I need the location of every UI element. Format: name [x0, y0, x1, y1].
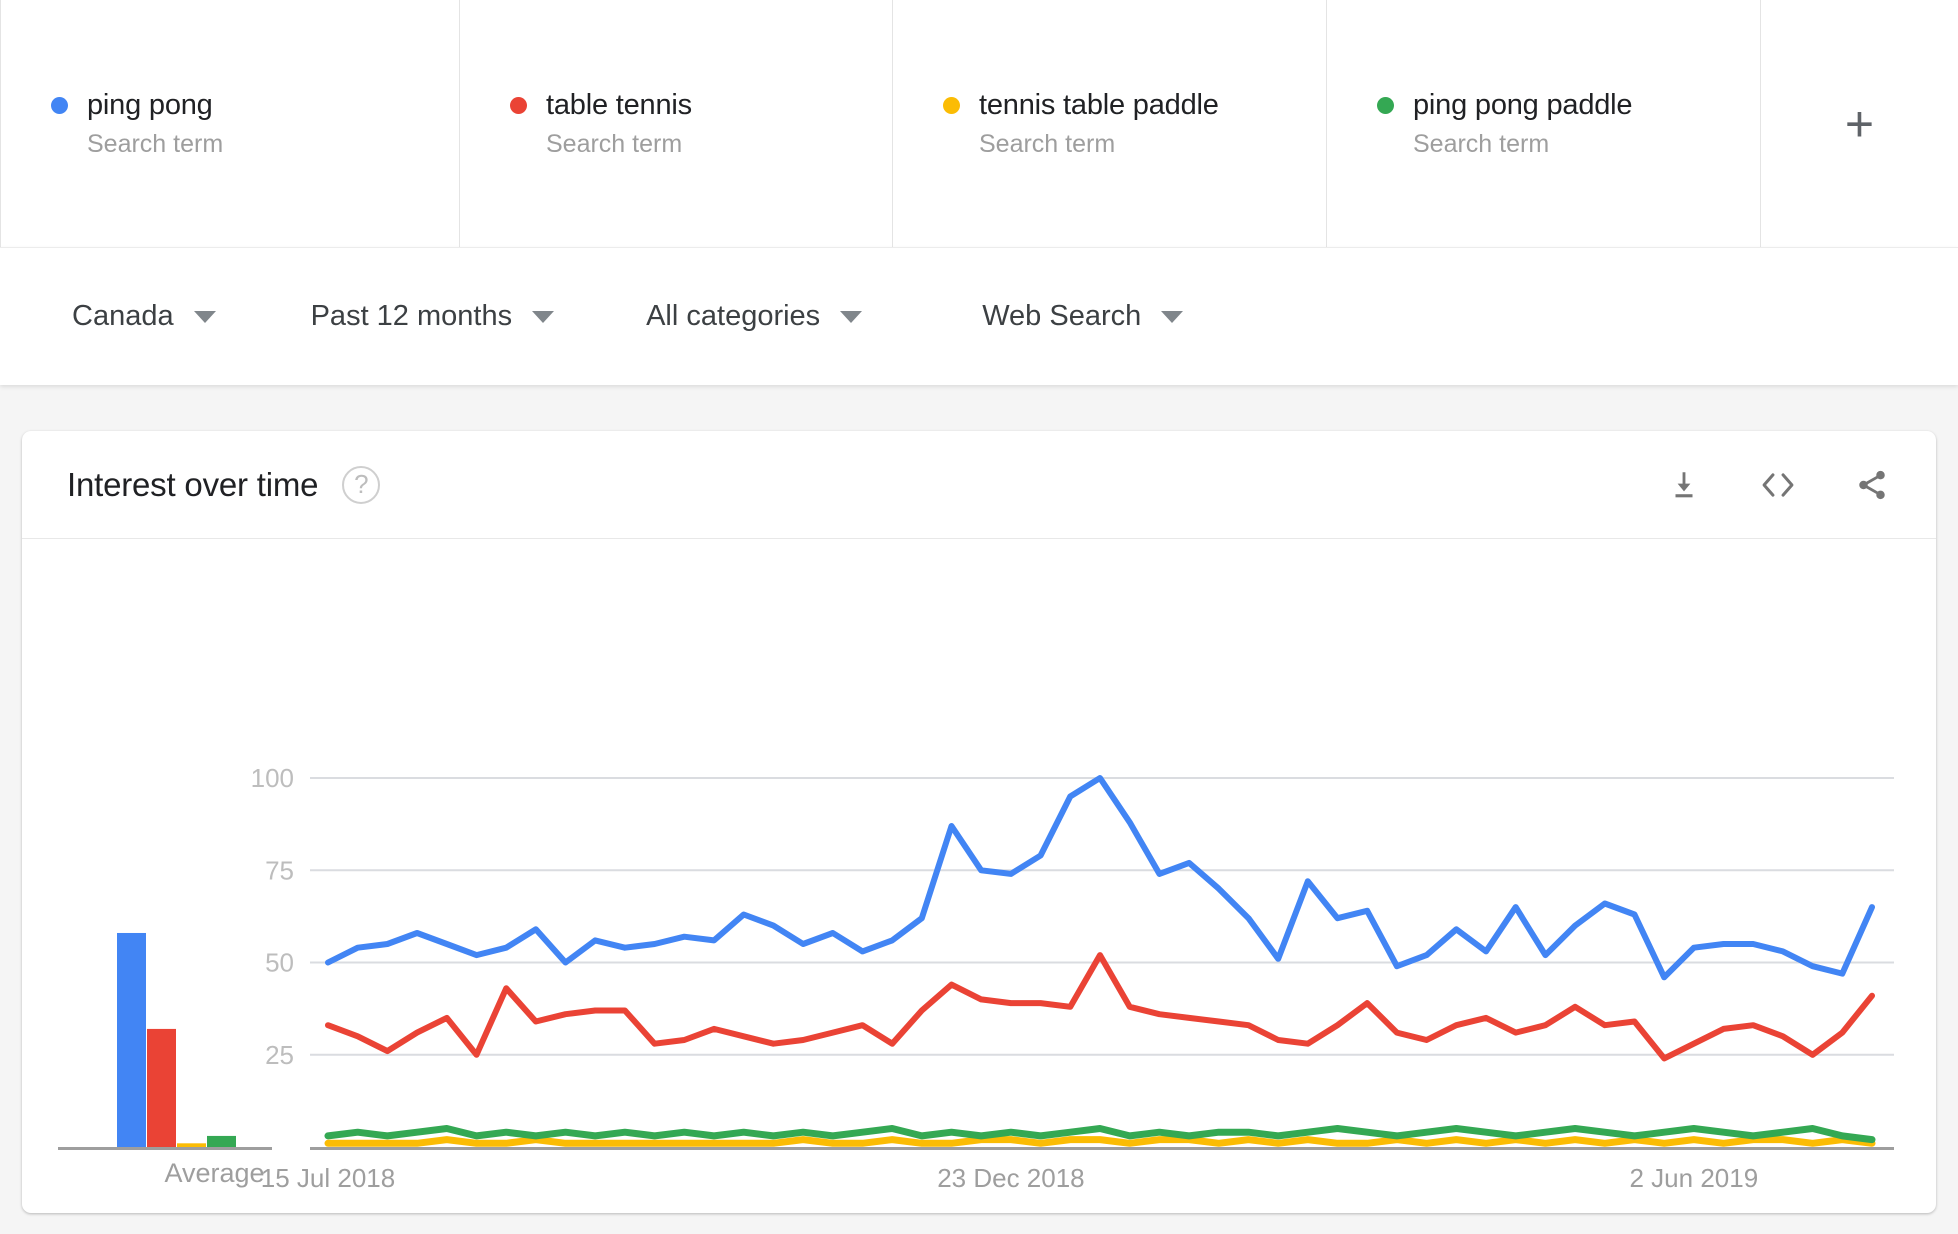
interest-over-time-chart[interactable]: 10075502515 Jul 2018 23 Dec 2018 2 Jun 201… — [22, 539, 1936, 1212]
average-bar-1 — [147, 1028, 176, 1147]
help-icon[interactable]: ? — [342, 465, 381, 504]
card-header: Interest over time ? — [22, 431, 1936, 539]
chart-area[interactable]: 100 75 50 25 15 Jul 2018 23 Dec 2018 2 Jun 201… — [22, 539, 1936, 1212]
x-axis-tick-2: 2 Jun 2019 — [1630, 1163, 1759, 1193]
interest-over-time-card: Interest over time ? 100 75 50 25 15 Jul… — [22, 431, 1936, 1213]
card-header-actions — [1662, 463, 1894, 507]
chevron-down-icon — [1161, 310, 1184, 323]
filter-category[interactable]: All categories — [646, 300, 863, 333]
series-line-1 — [325, 952, 1875, 1062]
filter-category-label: All categories — [646, 300, 821, 332]
search-term-heading-2: tennis table paddle — [943, 89, 1326, 122]
series-color-dot-1 — [510, 96, 527, 114]
download-icon[interactable] — [1662, 463, 1706, 507]
filter-time-range[interactable]: Past 12 months — [311, 300, 555, 333]
series-line-2 — [324, 1136, 1876, 1147]
add-search-term-button[interactable]: + — [1761, 0, 1958, 247]
y-axis-tick-50: 50 — [265, 948, 294, 978]
average-bar-0 — [117, 932, 146, 1147]
series-color-dot-2 — [943, 96, 960, 114]
search-term-card-1[interactable]: table tennis Search term — [460, 0, 893, 247]
series-line-0 — [325, 775, 1875, 981]
average-bar-3 — [207, 1135, 236, 1147]
search-term-card-3[interactable]: ping pong paddle Search term — [1327, 0, 1761, 247]
search-term-label-3: ping pong paddle — [1413, 88, 1633, 121]
page-title: Interest over time — [67, 465, 319, 503]
plus-icon: + — [1844, 95, 1875, 152]
chevron-down-icon — [840, 310, 863, 323]
search-term-label-2: tennis table paddle — [979, 88, 1219, 121]
search-term-heading-1: table tennis — [510, 89, 892, 122]
search-term-type-3: Search term — [1413, 129, 1550, 158]
search-term-heading-0: ping pong — [51, 89, 459, 122]
y-axis-tick-75: 75 — [265, 855, 294, 885]
search-term-type-2: Search term — [979, 129, 1116, 158]
x-axis-tick-1: 23 Dec 2018 — [937, 1163, 1084, 1193]
filter-time-range-label: Past 12 months — [310, 300, 513, 332]
filter-search-type[interactable]: Web Search — [982, 300, 1184, 333]
y-axis-tick-25: 25 — [265, 1040, 294, 1070]
chevron-down-icon — [193, 310, 216, 323]
average-axis-label: Average — [164, 1158, 265, 1188]
share-icon[interactable] — [1850, 463, 1894, 507]
y-axis-tick-100: 100 — [251, 763, 294, 793]
filter-bar: Canada Past 12 months All categories Web… — [0, 247, 1958, 385]
chevron-down-icon — [532, 310, 555, 323]
search-term-type-0: Search term — [87, 129, 224, 158]
filter-search-type-label: Web Search — [982, 300, 1142, 332]
filter-location-label: Canada — [72, 300, 174, 332]
search-term-heading-3: ping pong paddle — [1377, 89, 1760, 122]
page-body: Interest over time ? 100 75 50 25 15 Jul… — [0, 385, 1958, 1234]
search-terms-row: ping pong Search term table tennis Searc… — [0, 0, 1958, 247]
search-term-label-0: ping pong — [87, 88, 213, 121]
search-term-type-1: Search term — [546, 129, 683, 158]
search-term-label-1: table tennis — [546, 88, 692, 121]
filter-location[interactable]: Canada — [72, 300, 216, 333]
average-bar-2 — [177, 1143, 206, 1147]
embed-code-icon[interactable] — [1756, 463, 1800, 507]
series-color-dot-3 — [1377, 96, 1394, 114]
search-term-card-0[interactable]: ping pong Search term — [0, 0, 460, 247]
series-color-dot-0 — [51, 96, 68, 114]
search-term-card-2[interactable]: tennis table paddle Search term — [893, 0, 1327, 247]
